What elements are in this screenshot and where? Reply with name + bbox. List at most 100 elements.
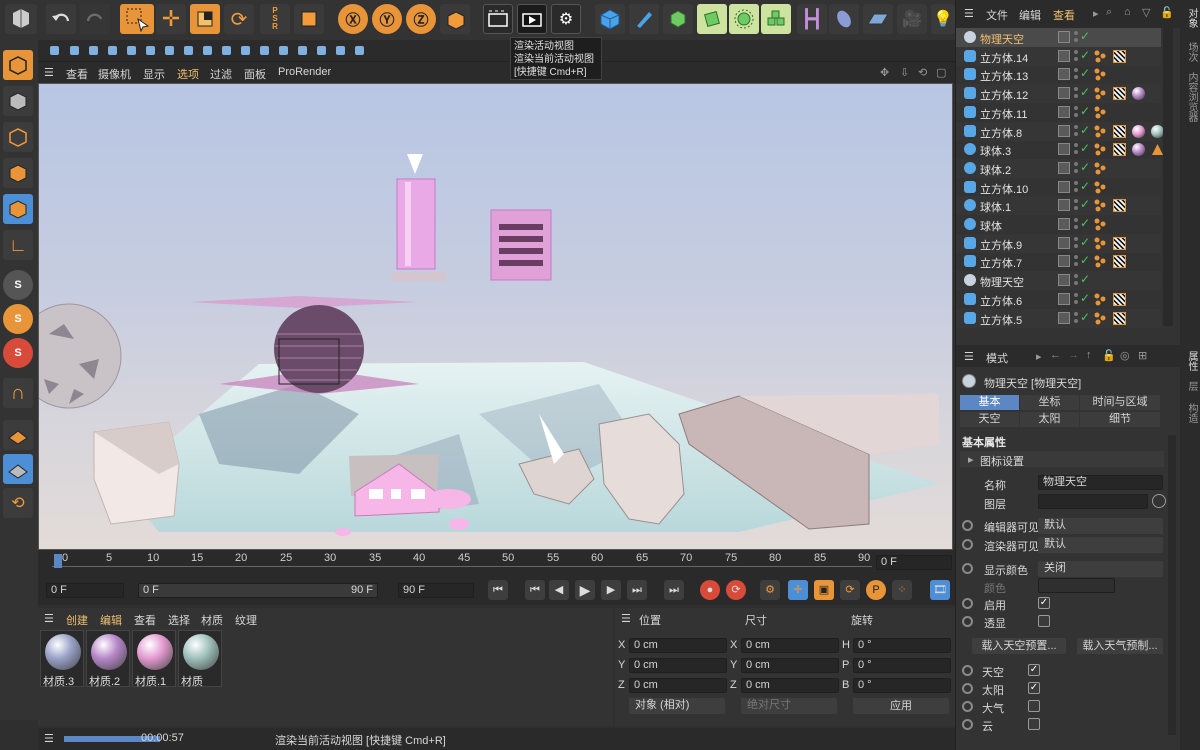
- layer-icon[interactable]: [1058, 68, 1070, 81]
- next-key-icon[interactable]: ⏭: [627, 580, 647, 600]
- load-weather-preset-button[interactable]: 载入天气预制...: [1077, 638, 1163, 654]
- visibility-render-dot[interactable]: [1074, 150, 1078, 155]
- snap-settings-icon[interactable]: S: [3, 338, 33, 368]
- visibility-render-dot[interactable]: [1074, 75, 1078, 80]
- coord-hamburger-icon[interactable]: ☰: [621, 612, 631, 625]
- material-tag-icon[interactable]: [1132, 124, 1145, 138]
- position-y-field[interactable]: 0 cm: [629, 658, 727, 673]
- visibility-editor-dot[interactable]: [1074, 31, 1078, 35]
- load-sky-preset-button[interactable]: 载入天空预置...: [972, 638, 1066, 654]
- phong-tag-icon[interactable]: [1094, 68, 1107, 81]
- enabled-check-icon[interactable]: ✓: [1080, 123, 1090, 137]
- prim-icon[interactable]: [336, 46, 345, 55]
- current-frame-field[interactable]: 0 F: [876, 555, 952, 570]
- goto-end-icon[interactable]: ⏭: [664, 580, 684, 600]
- psr-icon[interactable]: PSR: [260, 4, 290, 34]
- visibility-editor-dot[interactable]: [1074, 143, 1078, 148]
- light-icon[interactable]: 💡: [931, 4, 955, 34]
- phong-tag-icon[interactable]: [1094, 199, 1107, 212]
- rotation-b-field[interactable]: 0 °: [853, 678, 951, 693]
- cube-object-icon[interactable]: [595, 4, 625, 34]
- attr-hamburger-icon[interactable]: ☰: [964, 350, 974, 363]
- uvw-tag-icon[interactable]: [1113, 292, 1126, 306]
- workplane-icon[interactable]: [3, 420, 33, 450]
- menu-view[interactable]: 查看: [66, 66, 88, 82]
- tab-sun[interactable]: 太阳: [1020, 412, 1079, 427]
- visibility-editor-dot[interactable]: [1074, 87, 1078, 92]
- mat-menu-create[interactable]: 创建: [66, 612, 88, 628]
- record-icon[interactable]: ●: [700, 580, 720, 600]
- cloud-checkbox[interactable]: [1028, 718, 1040, 730]
- editor-visible-select[interactable]: 默认: [1038, 518, 1163, 534]
- obj-menu-view[interactable]: 查看: [1053, 7, 1075, 23]
- points-mode-icon[interactable]: [3, 122, 33, 152]
- snap-icon[interactable]: S: [3, 270, 33, 300]
- visibility-render-dot[interactable]: [1074, 243, 1078, 248]
- layer-icon[interactable]: [1058, 274, 1070, 287]
- object-row[interactable]: 球体.2 ✓: [956, 158, 1161, 178]
- icon-settings-group[interactable]: ▸ 图标设置: [960, 451, 1164, 468]
- uvw-tag-icon[interactable]: [1113, 236, 1126, 250]
- object-row[interactable]: 物理天空 ✓: [956, 271, 1161, 291]
- radio-icon[interactable]: [962, 520, 973, 531]
- phong-tag-icon[interactable]: [1094, 255, 1107, 268]
- enabled-check-icon[interactable]: ✓: [1080, 48, 1090, 62]
- object-row[interactable]: 立方体.6 ✓: [956, 290, 1161, 309]
- tab-objects[interactable]: 对象: [1184, 8, 1199, 28]
- visibility-render-dot[interactable]: [1074, 168, 1078, 173]
- material-tag-icon[interactable]: [1132, 143, 1145, 157]
- magnet-icon[interactable]: ∩: [3, 378, 33, 408]
- next-frame-icon[interactable]: ▶: [601, 580, 621, 600]
- enabled-checkbox[interactable]: ✓: [1038, 597, 1050, 609]
- key-scale-icon[interactable]: ▣: [814, 580, 834, 600]
- scale-tool-icon[interactable]: [190, 4, 220, 34]
- material-swatch[interactable]: 材质.2: [86, 630, 130, 688]
- radio-icon[interactable]: [962, 563, 973, 574]
- phong-tag-icon[interactable]: [1094, 293, 1107, 306]
- attr-scrollbar[interactable]: [1168, 435, 1176, 735]
- key-pla-icon[interactable]: ⁘: [892, 580, 912, 600]
- radio-icon[interactable]: [962, 616, 973, 627]
- size-y-field[interactable]: 0 cm: [741, 658, 839, 673]
- tab-time-location[interactable]: 时间与区域: [1080, 395, 1160, 410]
- enabled-check-icon[interactable]: ✓: [1080, 235, 1090, 249]
- range-slider[interactable]: 0 F 90 F: [138, 583, 378, 598]
- viewport[interactable]: [38, 83, 953, 550]
- enabled-check-icon[interactable]: ✓: [1080, 272, 1090, 286]
- y-axis-lock-icon[interactable]: Ⓨ: [372, 4, 402, 34]
- prev-key-icon[interactable]: ⏮: [525, 580, 545, 600]
- target-icon[interactable]: ◎: [1120, 349, 1130, 362]
- enabled-check-icon[interactable]: ✓: [1080, 197, 1090, 211]
- visibility-render-dot[interactable]: [1074, 38, 1078, 42]
- visibility-editor-dot[interactable]: [1074, 124, 1078, 129]
- attr-menu-mode[interactable]: 模式: [986, 350, 1008, 366]
- layer-icon[interactable]: [1058, 143, 1070, 156]
- polygons-mode-icon[interactable]: [3, 194, 33, 224]
- prev-frame-icon[interactable]: ◀: [549, 580, 569, 600]
- object-row[interactable]: 立方体.7 ✓: [956, 252, 1161, 271]
- visibility-render-dot[interactable]: [1074, 262, 1078, 267]
- snap-enable-icon[interactable]: S: [3, 304, 33, 334]
- size-mode-select[interactable]: 绝对尺寸: [741, 698, 837, 714]
- visibility-editor-dot[interactable]: [1074, 274, 1078, 279]
- z-axis-lock-icon[interactable]: Ⓩ: [406, 4, 436, 34]
- visibility-render-dot[interactable]: [1074, 131, 1078, 136]
- tab-takes[interactable]: 场次: [1184, 42, 1199, 62]
- start-frame-field[interactable]: 0 F: [46, 583, 124, 598]
- layer-icon[interactable]: [1058, 180, 1070, 193]
- world-coord-icon[interactable]: [440, 4, 470, 34]
- object-row[interactable]: 立方体.5 ✓: [956, 308, 1161, 328]
- undo-icon[interactable]: [46, 4, 76, 34]
- tab-sky[interactable]: 天空: [960, 412, 1019, 427]
- visibility-render-dot[interactable]: [1074, 281, 1078, 286]
- radio-icon[interactable]: [962, 719, 973, 730]
- object-row[interactable]: 球体 ✓: [956, 215, 1161, 234]
- material-swatch[interactable]: 材质: [178, 630, 222, 688]
- app-logo-icon[interactable]: [5, 4, 37, 34]
- uvw-tag-icon[interactable]: [1113, 311, 1126, 325]
- play-icon[interactable]: ▶: [575, 580, 595, 600]
- phong-tag-icon[interactable]: [1094, 237, 1107, 250]
- floor-icon[interactable]: [863, 4, 893, 34]
- visibility-editor-dot[interactable]: [1074, 49, 1078, 54]
- prim-icon[interactable]: [279, 46, 288, 55]
